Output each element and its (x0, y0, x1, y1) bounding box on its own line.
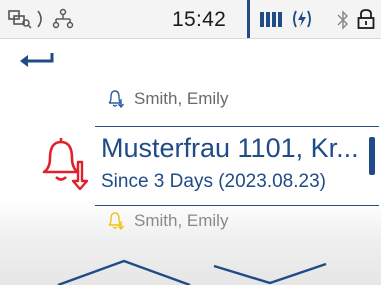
charging-icon (293, 10, 311, 28)
item-name: Smith, Emily (134, 211, 229, 230)
lock-icon (357, 9, 375, 29)
bell-down-icon (108, 212, 125, 231)
chevron-up-icon[interactable] (57, 259, 191, 285)
alarm-bell-down-icon (42, 138, 89, 191)
bluetooth-icon (337, 10, 349, 30)
bell-down-icon (108, 90, 125, 109)
status-divider (247, 0, 250, 38)
alarm-list-screen: 15:42 Smith, Emily Musterfrau 1101, Kr..… (0, 0, 381, 285)
alarm-list-item-next[interactable]: Smith, Emily (106, 210, 228, 232)
status-bar: 15:42 (0, 0, 381, 39)
signal-bracket-icon (37, 10, 42, 28)
network-search-icon (8, 10, 32, 29)
chevron-down-icon[interactable] (213, 262, 327, 285)
alarm-list-item-selected[interactable]: Musterfrau 1101, Kr... Since 3 Days (202… (95, 126, 379, 206)
alarm-title: Musterfrau 1101, Kr... (101, 133, 359, 163)
clock-time: 15:42 (172, 8, 227, 31)
footer-navigation (57, 259, 327, 285)
alarm-list-item-previous[interactable]: Smith, Emily (106, 88, 228, 110)
item-name: Smith, Emily (134, 89, 229, 108)
network-share-icon (52, 8, 74, 29)
alarm-duration: Since 3 Days (2023.08.23) (101, 171, 326, 192)
battery-icon (260, 12, 282, 27)
scrollbar-thumb[interactable] (369, 137, 375, 175)
back-arrow-icon[interactable] (18, 50, 58, 72)
